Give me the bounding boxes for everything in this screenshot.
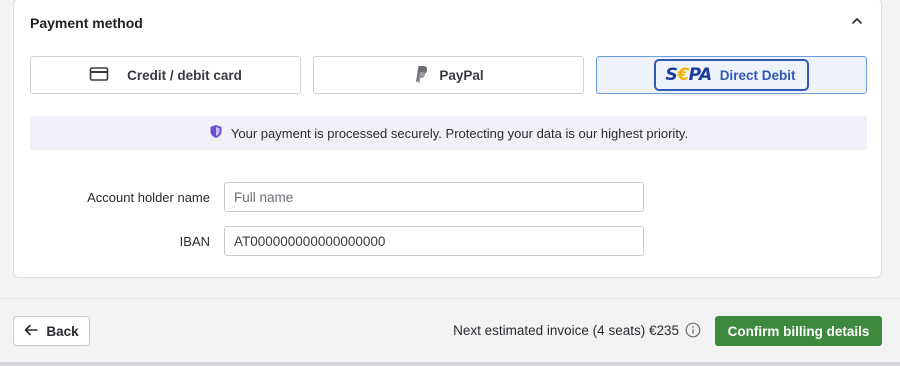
sepa-logo: S € PA	[665, 65, 713, 85]
payment-method-label: Direct Debit	[719, 67, 796, 83]
payment-method-card-option[interactable]: Credit / debit card	[30, 56, 301, 94]
iban-label: IBAN	[179, 233, 210, 249]
payment-method-paypal-option[interactable]: PayPal	[313, 56, 584, 94]
info-icon[interactable]	[685, 322, 701, 338]
back-button-label: Back	[46, 323, 79, 339]
billing-page: Payment method Credit / debit card PayPa…	[0, 0, 900, 366]
bottom-edge	[0, 362, 900, 366]
credit-card-icon	[89, 66, 109, 85]
account-holder-row: Account holder name	[30, 182, 730, 212]
payment-method-label: PayPal	[439, 67, 484, 83]
shield-icon	[209, 124, 223, 142]
confirm-billing-button[interactable]: Confirm billing details	[715, 316, 882, 346]
payment-method-card: Payment method Credit / debit card PayPa…	[13, 0, 882, 278]
estimated-invoice-text: Next estimated invoice (4 seats) €235	[453, 323, 679, 338]
section-title: Payment method	[30, 15, 143, 31]
account-holder-input[interactable]	[224, 182, 644, 212]
paypal-icon	[413, 64, 429, 87]
account-holder-label: Account holder name	[87, 189, 210, 205]
payment-method-label: Credit / debit card	[127, 67, 242, 83]
payment-method-options: Credit / debit card PayPal S € PA Direct D…	[30, 56, 867, 94]
chevron-up-icon[interactable]	[849, 13, 865, 29]
arrow-left-icon	[24, 324, 39, 339]
security-notice-text: Your payment is processed securely. Prot…	[230, 125, 689, 141]
security-notice: Your payment is processed securely. Prot…	[30, 116, 867, 150]
payment-method-sepa-option[interactable]: S € PA Direct Debit	[596, 56, 867, 94]
sepa-selected-chip: S € PA Direct Debit	[653, 59, 810, 91]
iban-row: IBAN	[30, 226, 730, 256]
iban-input[interactable]	[224, 226, 644, 256]
footer-divider	[0, 298, 900, 299]
back-button[interactable]: Back	[13, 316, 90, 346]
